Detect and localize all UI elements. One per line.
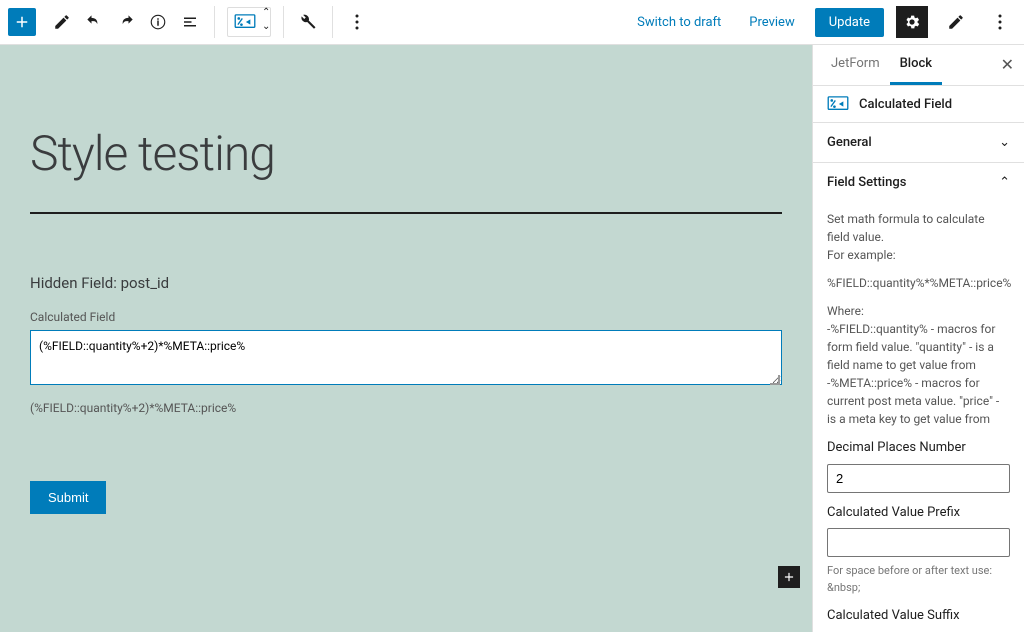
prefix-hint: For space before or after text use: &nbs…	[827, 563, 1010, 596]
redo-button[interactable]	[110, 6, 142, 38]
calculated-field-icon[interactable]	[228, 8, 262, 36]
toolbar-separator	[332, 6, 333, 38]
section-field-settings[interactable]: Field Settings ⌃	[813, 162, 1024, 202]
editor-more-icon[interactable]	[984, 6, 1016, 38]
calculated-field-icon	[827, 96, 849, 112]
block-toolbar-group: ⌃ ⌄	[227, 7, 271, 37]
hidden-field-label: Hidden Field: post_id	[30, 274, 782, 292]
editor-canvas: Style testing Hidden Field: post_id Calc…	[0, 45, 812, 632]
more-options-icon[interactable]	[341, 6, 373, 38]
fs-where-2: -%META::price% - macros for current post…	[827, 376, 999, 426]
undo-button[interactable]	[78, 6, 110, 38]
calculated-field-block: Calculated Field (%FIELD::quantity%+2)*%…	[30, 310, 782, 415]
move-up-icon[interactable]: ⌃	[262, 8, 270, 22]
info-button[interactable]	[142, 6, 174, 38]
toolbar-separator	[214, 6, 215, 38]
divider	[30, 212, 782, 214]
preview-link[interactable]: Preview	[741, 9, 802, 36]
section-general[interactable]: General ⌄	[813, 122, 1024, 162]
fs-where-1: -%FIELD::quantity% - macros for form fie…	[827, 322, 995, 372]
suffix-label: Calculated Value Suffix	[827, 606, 1010, 626]
fs-where-label: Where:	[827, 304, 864, 318]
editor-toolbar: ⌃ ⌄ Switch to draft Preview Update	[0, 0, 1024, 45]
fs-desc-2: For example:	[827, 248, 896, 262]
outline-button[interactable]	[174, 6, 206, 38]
switch-to-draft-link[interactable]: Switch to draft	[629, 9, 729, 36]
edit-mode-icon[interactable]	[46, 6, 78, 38]
update-button[interactable]: Update	[815, 8, 884, 37]
wrench-icon[interactable]	[292, 6, 324, 38]
add-block-button[interactable]	[8, 8, 36, 36]
page-title[interactable]: Style testing	[30, 125, 782, 182]
decimal-places-label: Decimal Places Number	[827, 438, 1010, 458]
close-sidebar-icon[interactable]: ✕	[1001, 55, 1014, 74]
formula-preview: (%FIELD::quantity%+2)*%META::price%	[30, 401, 782, 415]
sidebar-tabs: JetForm Block ✕	[813, 45, 1024, 86]
fs-desc-1: Set math formula to calculate field valu…	[827, 212, 985, 244]
field-settings-panel: Set math formula to calculate field valu…	[813, 202, 1024, 632]
block-type-label: Calculated Field	[859, 97, 952, 112]
decimal-places-input[interactable]	[827, 464, 1010, 493]
fs-example: %FIELD::quantity%*%META::price%	[827, 274, 1010, 292]
toolbar-separator	[283, 6, 284, 38]
toolbar-left: ⌃ ⌄	[8, 6, 373, 38]
jet-style-icon[interactable]	[940, 6, 972, 38]
append-block-button[interactable]	[778, 566, 800, 588]
calculated-field-label: Calculated Field	[30, 310, 782, 324]
move-down-icon[interactable]: ⌄	[262, 22, 270, 36]
prefix-label: Calculated Value Prefix	[827, 503, 1010, 523]
settings-gear-icon[interactable]	[896, 6, 928, 38]
toolbar-right: Switch to draft Preview Update	[629, 6, 1016, 38]
block-type-header: Calculated Field	[813, 86, 1024, 122]
section-field-settings-label: Field Settings	[827, 175, 906, 190]
chevron-up-icon: ⌃	[999, 175, 1010, 190]
settings-sidebar: JetForm Block ✕ Calculated Field General…	[812, 45, 1024, 632]
submit-button[interactable]: Submit	[30, 481, 106, 514]
chevron-down-icon: ⌄	[999, 135, 1010, 150]
prefix-input[interactable]	[827, 528, 1010, 557]
tab-block[interactable]: Block	[890, 45, 942, 85]
move-arrows: ⌃ ⌄	[262, 8, 270, 36]
section-general-label: General	[827, 135, 872, 150]
formula-textarea[interactable]	[30, 330, 782, 385]
tab-jetform[interactable]: JetForm	[821, 45, 890, 85]
